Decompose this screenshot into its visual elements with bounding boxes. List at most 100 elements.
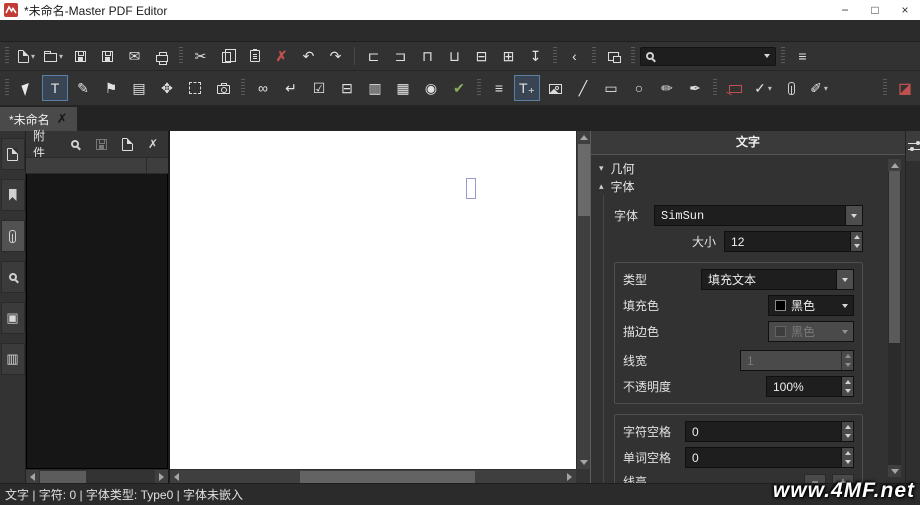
attachments-add-button[interactable] bbox=[119, 136, 135, 152]
save-button[interactable] bbox=[68, 45, 93, 68]
text-note-tool[interactable]: ≡ bbox=[486, 75, 512, 101]
pencil-tool[interactable]: ✏ bbox=[654, 75, 680, 101]
fill-color-select[interactable]: 黑色 bbox=[768, 295, 854, 316]
add-image-tool[interactable] bbox=[542, 75, 568, 101]
pages-panel-button[interactable] bbox=[0, 138, 25, 170]
scrollbar-thumb[interactable] bbox=[40, 470, 86, 483]
forms-panel-button[interactable]: ▥ bbox=[0, 343, 25, 375]
checkbox-field-tool[interactable]: ☑ bbox=[306, 75, 332, 101]
print-button[interactable] bbox=[149, 45, 174, 68]
search-input[interactable] bbox=[658, 50, 760, 62]
dropdown-arrow-icon[interactable] bbox=[845, 206, 862, 225]
layers-panel-button[interactable]: ▣ bbox=[0, 302, 25, 334]
combobox-field-tool[interactable]: ⊟ bbox=[334, 75, 360, 101]
column-description[interactable] bbox=[146, 158, 168, 173]
edit-form-tool[interactable]: ⚑ bbox=[98, 75, 124, 101]
email-button[interactable]: ✉ bbox=[122, 45, 147, 68]
fit-selection-button[interactable] bbox=[601, 45, 626, 68]
redo-button[interactable]: ↷ bbox=[323, 45, 348, 68]
document-canvas[interactable] bbox=[170, 131, 590, 483]
signature-field-tool[interactable]: ✔ bbox=[446, 75, 472, 101]
word-spacing-input[interactable]: 0 bbox=[685, 447, 854, 468]
scrollbar-thumb[interactable] bbox=[578, 144, 590, 216]
attach-file-tool[interactable] bbox=[778, 75, 804, 101]
font-family-select[interactable]: SimSun bbox=[654, 205, 863, 226]
edit-object-tool[interactable]: ✎ bbox=[70, 75, 96, 101]
toolbar-menu-button[interactable]: ≡ bbox=[790, 45, 815, 68]
select-area-tool[interactable] bbox=[182, 75, 208, 101]
tab-close-icon[interactable]: ✗ bbox=[57, 111, 68, 127]
attachments-panel-button[interactable] bbox=[0, 220, 25, 252]
hand-tool[interactable]: ✥ bbox=[154, 75, 180, 101]
center-vertical-button[interactable]: ⊞ bbox=[496, 45, 521, 68]
check-annotation-tool[interactable]: ✓ ▾ bbox=[750, 75, 776, 101]
paste-button[interactable] bbox=[242, 45, 267, 68]
dropdown-arrow-icon[interactable] bbox=[836, 296, 853, 315]
back-button[interactable]: ‹ bbox=[562, 45, 587, 68]
listbox-field-tool[interactable]: ▥ bbox=[362, 75, 388, 101]
properties-toggle-button[interactable] bbox=[906, 131, 920, 161]
spin-up-icon[interactable] bbox=[842, 422, 853, 432]
scrollbar-thumb[interactable] bbox=[889, 171, 900, 343]
char-spacing-input[interactable]: 0 bbox=[685, 421, 854, 442]
attachments-save-button[interactable] bbox=[93, 136, 109, 152]
highlight-tool[interactable]: ✐ ▾ bbox=[806, 75, 832, 101]
scroll-up-icon[interactable] bbox=[888, 159, 901, 171]
column-name[interactable] bbox=[26, 158, 146, 173]
scroll-left-icon[interactable] bbox=[170, 470, 183, 483]
save-as-button[interactable] bbox=[95, 45, 120, 68]
scroll-left-icon[interactable] bbox=[26, 470, 39, 483]
attachments-list[interactable] bbox=[26, 174, 168, 469]
delete-button[interactable]: ✗ bbox=[269, 45, 294, 68]
scrollbar-thumb[interactable] bbox=[300, 471, 475, 483]
align-top-button[interactable]: ⊓ bbox=[415, 45, 440, 68]
spin-down-icon[interactable] bbox=[842, 432, 853, 442]
copy-button[interactable] bbox=[215, 45, 240, 68]
attachments-delete-button[interactable]: ✗ bbox=[145, 136, 161, 152]
rectangle-tool[interactable]: ▭ bbox=[598, 75, 624, 101]
scroll-up-icon[interactable] bbox=[577, 131, 590, 144]
ellipse-tool[interactable]: ○ bbox=[626, 75, 652, 101]
align-bottom-button[interactable]: ⊔ bbox=[442, 45, 467, 68]
bookmarks-panel-button[interactable] bbox=[0, 179, 25, 211]
form-properties-tool[interactable]: ▦ bbox=[390, 75, 416, 101]
scroll-down-icon[interactable] bbox=[888, 465, 901, 477]
radio-field-tool[interactable]: ◉ bbox=[418, 75, 444, 101]
eraser-tool[interactable]: ◪ bbox=[892, 75, 918, 101]
spin-up-icon[interactable] bbox=[851, 232, 862, 242]
close-button[interactable]: × bbox=[890, 0, 920, 20]
spin-up-icon[interactable] bbox=[842, 377, 853, 387]
section-geometry[interactable]: ▾ 几何 bbox=[599, 159, 871, 177]
section-font[interactable]: ▴ 字体 bbox=[599, 177, 871, 195]
center-horizontal-button[interactable]: ⊟ bbox=[469, 45, 494, 68]
form-list-tool[interactable]: ▤ bbox=[126, 75, 152, 101]
spin-down-icon[interactable] bbox=[851, 242, 862, 252]
select-tool[interactable] bbox=[14, 75, 40, 101]
spin-down-icon[interactable] bbox=[842, 387, 853, 397]
scroll-down-icon[interactable] bbox=[577, 456, 590, 469]
callout-tool[interactable] bbox=[722, 75, 748, 101]
text-field-tool[interactable]: ↵ bbox=[278, 75, 304, 101]
search-dropdown-icon[interactable] bbox=[764, 54, 770, 58]
add-text-tool[interactable]: T₊ bbox=[514, 75, 540, 101]
dropdown-arrow-icon[interactable] bbox=[836, 270, 853, 289]
font-size-input[interactable]: 12 bbox=[724, 231, 863, 252]
spin-up-icon[interactable] bbox=[842, 448, 853, 458]
arrange-button[interactable]: ↧ bbox=[523, 45, 548, 68]
opacity-input[interactable]: 100% bbox=[766, 376, 854, 397]
link-tool[interactable]: ∞ bbox=[250, 75, 276, 101]
spin-down-icon[interactable] bbox=[842, 458, 853, 468]
pen-tool[interactable]: ✒ bbox=[682, 75, 708, 101]
maximize-button[interactable]: □ bbox=[860, 0, 890, 20]
open-document-button[interactable]: ▾ bbox=[41, 45, 66, 68]
scroll-right-icon[interactable] bbox=[155, 470, 168, 483]
cut-button[interactable]: ✂ bbox=[188, 45, 213, 68]
undo-button[interactable]: ↶ bbox=[296, 45, 321, 68]
attachments-search-button[interactable] bbox=[67, 136, 83, 152]
snapshot-tool[interactable] bbox=[210, 75, 236, 101]
new-document-button[interactable]: ▾ bbox=[14, 45, 39, 68]
scroll-right-icon[interactable] bbox=[563, 470, 576, 483]
align-left-button[interactable]: ⊏ bbox=[361, 45, 386, 68]
type-select[interactable]: 填充文本 bbox=[701, 269, 854, 290]
search-panel-button[interactable] bbox=[0, 261, 25, 293]
